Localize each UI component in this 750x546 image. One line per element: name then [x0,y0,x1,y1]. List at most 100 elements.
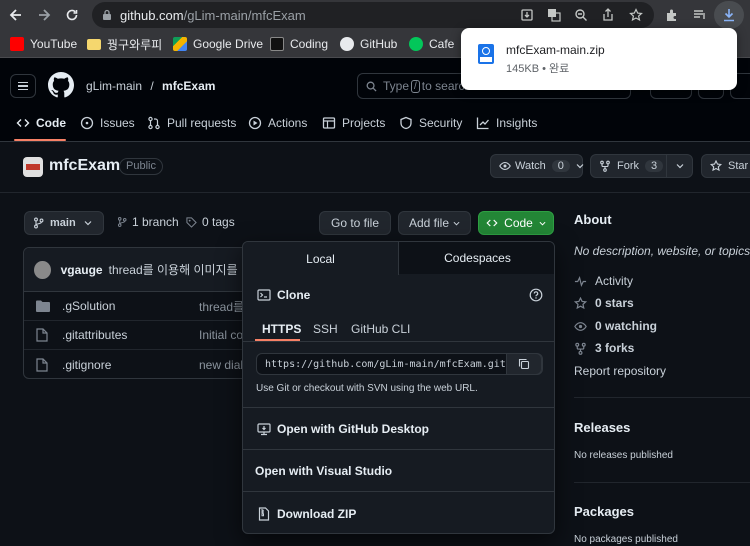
active-tab-indicator [14,139,66,141]
stars-link[interactable]: 0 stars [574,296,634,310]
avatar[interactable] [34,260,51,279]
menu-button[interactable] [10,74,36,98]
tags-link[interactable]: 0 tags [186,215,235,229]
clone-title: Clone [277,288,311,302]
clone-url-field[interactable]: https://github.com/gLim-main/mfcExam.git [256,353,543,375]
download-filename[interactable]: mfcExam-main.zip [506,43,605,57]
bookmark-cafe[interactable]: Cafe [409,36,454,52]
code-label: Code [504,216,533,230]
fork-button[interactable]: Fork 3 [590,154,667,178]
share-icon[interactable] [598,5,618,25]
zoom-icon[interactable] [571,5,591,25]
download-status: 145KB • 완료 [506,63,570,75]
latest-commit: vgauge thread를 이용해 이미지를 나 [24,248,252,292]
add-file-button[interactable]: Add file [398,211,471,235]
commit-message[interactable]: thread를 이용해 이미지를 나 [109,261,252,278]
star-button[interactable]: Star [701,154,750,178]
file-name[interactable]: .gSolution [62,299,115,313]
translate-icon[interactable] [544,5,564,25]
file-commit-message[interactable]: Initial co [199,328,243,342]
tab-actions[interactable]: Actions [248,116,307,130]
help-icon[interactable] [529,288,543,302]
open-desktop-row[interactable]: Open with GitHub Desktop [243,407,554,449]
tab-projects[interactable]: Projects [322,116,385,130]
shield-icon [399,116,413,130]
report-repository-link[interactable]: Report repository [574,364,666,378]
bookmark-google-drive[interactable]: Google Drive [173,36,263,52]
code-button[interactable]: Code [478,211,554,235]
visibility-badge: Public [119,158,163,175]
go-to-file-button[interactable]: Go to file [319,211,391,235]
chevron-down-icon [84,219,92,227]
releases-heading[interactable]: Releases [574,420,630,435]
tab-security[interactable]: Security [399,116,462,130]
list-item[interactable]: .gitattributes Initial co [24,321,252,350]
chevron-down-icon [576,162,584,170]
open-vs-item[interactable]: Open with Visual Studio [255,464,392,478]
tab-local[interactable]: Local [243,242,399,275]
fork-dropdown-button[interactable] [666,154,693,178]
media-queue-icon[interactable] [690,5,710,25]
star-bookmark-icon[interactable] [626,5,646,25]
clone-hint: Use Git or checkout with SVN using the w… [256,383,478,394]
clone-url[interactable]: https://github.com/gLim-main/mfcExam.git [257,359,507,370]
bookmark-folder[interactable]: 꿩구와루피 [87,36,162,52]
file-name[interactable]: .gitignore [62,358,111,372]
download-icon[interactable] [714,1,744,29]
list-item[interactable]: .gSolution thread를 [24,292,252,321]
branches-count: 1 branch [132,215,179,229]
file-name[interactable]: .gitattributes [62,328,127,342]
stars-count: 0 stars [595,296,634,310]
tab-codespaces[interactable]: Codespaces [399,242,554,274]
repo-link[interactable]: mfcExam [162,79,215,93]
bookmark-coding[interactable]: Coding [270,36,328,52]
watch-button[interactable]: Watch 0 [490,154,584,178]
file-list: vgauge thread를 이용해 이미지를 나 .gSolution thr… [23,247,253,379]
protocol-https[interactable]: HTTPS [262,322,301,336]
github-logo-icon[interactable] [48,72,74,98]
branch-icon [33,217,44,229]
branches-link[interactable]: 1 branch [117,215,179,229]
google-drive-icon [173,37,187,51]
fork-icon [599,160,611,172]
reload-icon[interactable] [58,0,86,30]
address-bar[interactable]: github.com/gLim-main/mfcExam [92,2,654,28]
activity-link[interactable]: Activity [574,274,633,288]
play-circle-icon [248,116,262,130]
forks-link[interactable]: 3 forks [574,341,634,355]
watchers-link[interactable]: 0 watching [574,319,657,333]
open-desktop-item[interactable]: Open with GitHub Desktop [257,422,429,436]
tab-issues[interactable]: Issues [80,116,135,130]
bookmark-github[interactable]: GitHub [340,36,397,52]
forward-icon[interactable] [30,0,58,30]
download-zip-item[interactable]: Download ZIP [257,507,356,521]
extensions-icon[interactable] [662,5,682,25]
copy-icon[interactable] [506,353,542,375]
open-desktop-label: Open with GitHub Desktop [277,422,429,436]
bookmark-label: Cafe [429,37,455,51]
bookmark-youtube[interactable]: YouTube [10,36,77,52]
lock-icon [102,9,112,21]
tab-label: Codespaces [444,251,511,265]
breadcrumb-separator: / [150,79,154,93]
file-commit-message[interactable]: thread를 [199,298,244,315]
add-file-label: Add file [408,216,450,230]
star-label: Star [728,160,749,172]
branch-select-button[interactable]: main [24,211,104,235]
tab-insights[interactable]: Insights [476,116,537,130]
tab-pull-requests[interactable]: Pull requests [147,116,236,130]
protocol-github-cli[interactable]: GitHub CLI [351,322,410,336]
commit-author[interactable]: vgauge [61,263,103,277]
owner-link[interactable]: gLim-main [86,79,142,93]
file-icon [36,328,48,342]
url-path: /gLim-main/mfcExam [183,7,306,23]
install-app-icon[interactable] [517,5,537,25]
repo-title[interactable]: mfcExam [49,157,120,175]
packages-heading[interactable]: Packages [574,504,634,519]
list-item[interactable]: .gitignore new dialo [24,350,252,378]
back-icon[interactable] [2,0,30,30]
tab-code[interactable]: Code [16,116,66,130]
download-zip-row[interactable]: Download ZIP [243,491,554,533]
open-vs-row[interactable]: Open with Visual Studio [243,449,554,491]
protocol-ssh[interactable]: SSH [313,322,338,336]
